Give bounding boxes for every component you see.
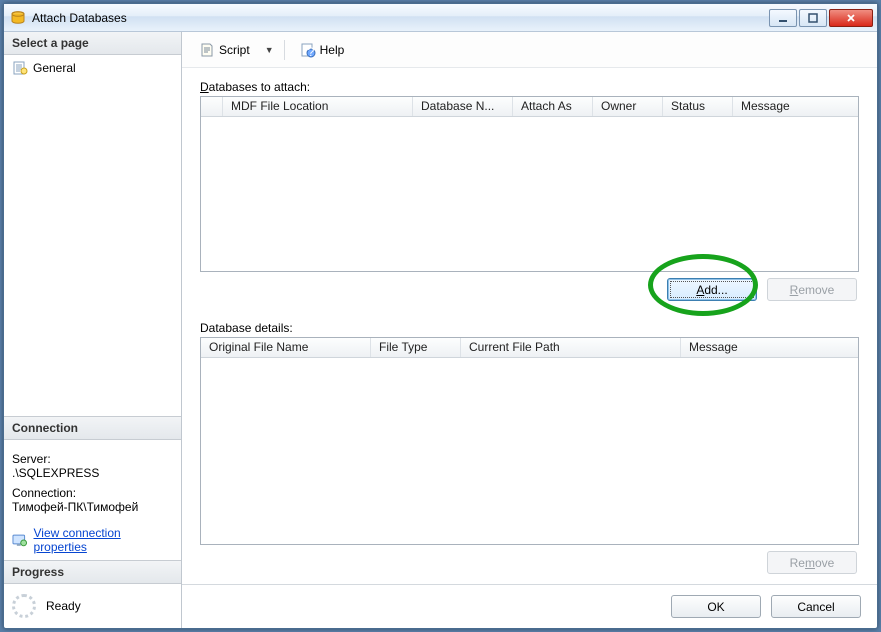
progress-status: Ready: [46, 599, 81, 613]
col-owner[interactable]: Owner: [593, 97, 663, 116]
toolbar-separator: [284, 40, 285, 60]
connection-label: Connection:: [12, 486, 173, 500]
window-minimize-button[interactable]: [769, 9, 797, 27]
details-grid-header: Original File Name File Type Current Fil…: [201, 338, 858, 358]
attach-grid-header: MDF File Location Database N... Attach A…: [201, 97, 858, 117]
titlebar[interactable]: Attach Databases: [4, 4, 877, 32]
help-icon: ?: [300, 42, 316, 58]
remove-button-top: Remove: [767, 278, 857, 301]
col-original-filename[interactable]: Original File Name: [201, 338, 371, 357]
right-area: Script ▼ ? Help Databases to attach:: [182, 32, 877, 628]
svg-text:?: ?: [307, 45, 314, 58]
col-attach-as[interactable]: Attach As: [513, 97, 593, 116]
help-label: Help: [320, 43, 345, 57]
databases-to-attach-grid[interactable]: MDF File Location Database N... Attach A…: [200, 96, 859, 272]
connection-value: Тимофей-ПК\Тимофей: [12, 500, 173, 514]
database-app-icon: [10, 10, 26, 26]
col-message[interactable]: Message: [733, 97, 858, 116]
add-button[interactable]: Add...: [667, 278, 757, 301]
ok-button[interactable]: OK: [671, 595, 761, 618]
database-details-label: Database details:: [200, 321, 859, 335]
connection-header: Connection: [4, 417, 181, 440]
script-icon: [199, 42, 215, 58]
window-maximize-button[interactable]: [799, 9, 827, 27]
col-mdf-location[interactable]: MDF File Location: [223, 97, 413, 116]
dialog-footer: OK Cancel: [182, 584, 877, 628]
view-connection-properties-link[interactable]: View connection properties: [34, 526, 173, 554]
script-button[interactable]: Script: [192, 38, 257, 62]
remove-button-bottom: Remove: [767, 551, 857, 574]
select-page-header: Select a page: [4, 32, 181, 55]
script-dropdown-icon[interactable]: ▼: [263, 45, 276, 55]
col-current-file-path[interactable]: Current File Path: [461, 338, 681, 357]
left-panel: Select a page General Connection Server:…: [4, 32, 182, 628]
col-status[interactable]: Status: [663, 97, 733, 116]
cancel-button[interactable]: Cancel: [771, 595, 861, 618]
database-details-grid[interactable]: Original File Name File Type Current Fil…: [200, 337, 859, 545]
page-general[interactable]: General: [10, 58, 175, 78]
window-close-button[interactable]: [829, 9, 873, 27]
script-label: Script: [219, 43, 250, 57]
progress-spinner-icon: [12, 594, 36, 618]
server-value: .\SQLEXPRESS: [12, 466, 173, 480]
toolbar: Script ▼ ? Help: [182, 32, 877, 68]
progress-header: Progress: [4, 561, 181, 584]
page-icon: [12, 60, 28, 76]
help-button[interactable]: ? Help: [293, 38, 352, 62]
server-label: Server:: [12, 452, 173, 466]
col-details-message[interactable]: Message: [681, 338, 858, 357]
page-label: General: [33, 61, 76, 75]
col-database-name[interactable]: Database N...: [413, 97, 513, 116]
attach-databases-dialog: Attach Databases Select a page: [3, 3, 878, 629]
databases-to-attach-label: Databases to attach:: [200, 80, 859, 94]
col-file-type[interactable]: File Type: [371, 338, 461, 357]
connection-properties-icon: [12, 532, 28, 548]
window-title: Attach Databases: [32, 11, 127, 25]
